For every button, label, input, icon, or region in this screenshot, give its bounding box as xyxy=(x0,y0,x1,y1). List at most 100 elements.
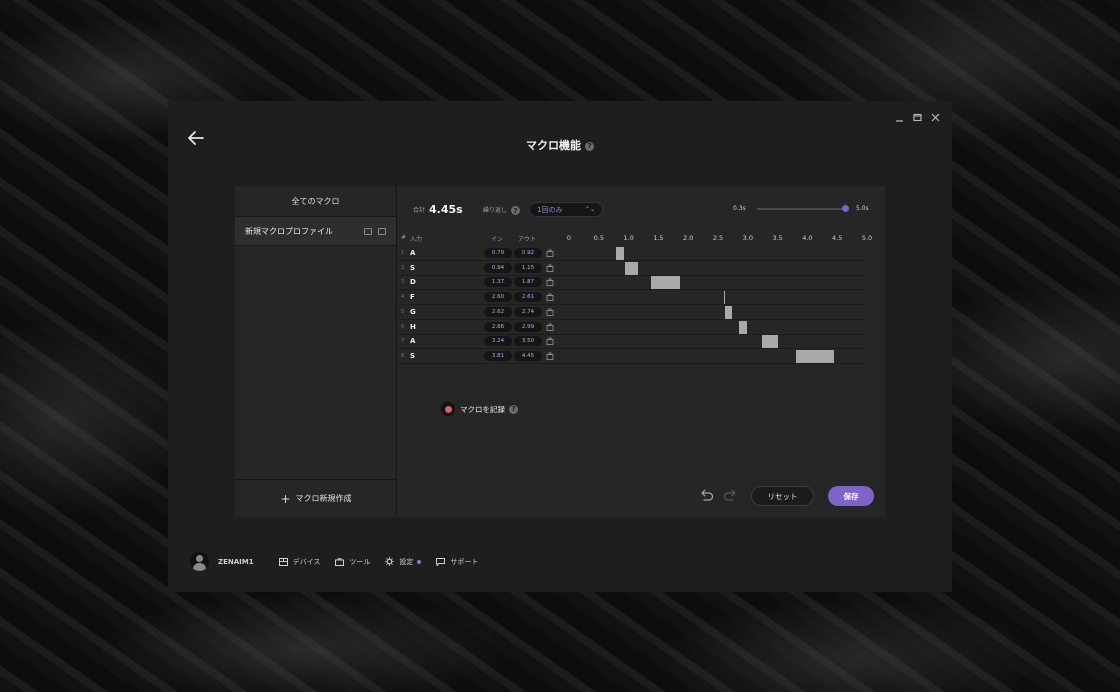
out-time-field[interactable]: 0.92 xyxy=(514,248,542,258)
nav-label-support: サポート xyxy=(450,557,479,566)
table-row[interactable]: 4 F 2.60 2.61 xyxy=(398,290,865,306)
maximize-icon[interactable] xyxy=(912,111,922,123)
timeline-tick-label: 3.0 xyxy=(742,234,753,242)
total-label: 合計 xyxy=(413,207,426,214)
event-bar[interactable] xyxy=(723,291,725,305)
event-bar[interactable] xyxy=(796,349,835,363)
timeline-tick-label: 4.0 xyxy=(802,234,813,242)
total-value: 4.45s xyxy=(429,203,463,216)
nav-item-settings[interactable]: 設定 xyxy=(385,557,422,567)
table-row[interactable]: 1 A 0.79 0.92 xyxy=(398,246,865,261)
trash-icon[interactable] xyxy=(546,264,554,272)
event-bar[interactable] xyxy=(739,320,748,334)
macro-profile-item[interactable]: 新規マクロプロファイル xyxy=(235,217,396,246)
out-time-field[interactable]: 1.15 xyxy=(514,262,542,273)
undo-icon[interactable] xyxy=(700,489,714,501)
timeline-tick-label: 2.5 xyxy=(712,234,724,242)
row-index: 7 xyxy=(401,338,405,345)
event-bar[interactable] xyxy=(625,261,638,275)
trash-icon[interactable] xyxy=(546,308,554,316)
new-macro-button[interactable]: + マクロ新規作成 xyxy=(235,479,397,517)
in-time-field[interactable]: 1.37 xyxy=(484,277,512,288)
out-time-field[interactable]: 2.61 xyxy=(514,292,542,303)
timeline-tick-label: 0.5 xyxy=(593,234,604,242)
timeline-tick-label: 2.0 xyxy=(683,234,694,242)
row-key: A xyxy=(410,249,416,257)
trash-icon[interactable] xyxy=(546,337,554,346)
updown-chevron-icon: ⌃⌄ xyxy=(584,206,595,213)
event-bar[interactable] xyxy=(616,247,624,260)
row-key: F xyxy=(410,293,415,302)
trash-icon[interactable] xyxy=(546,278,554,287)
repeat-help-icon[interactable]: ? xyxy=(511,206,521,215)
minimize-icon[interactable] xyxy=(894,111,904,123)
record-icon xyxy=(441,402,455,416)
window-controls xyxy=(894,111,940,123)
record-macro-button[interactable]: マクロを記録 ? xyxy=(441,402,518,416)
row-index: 3 xyxy=(401,279,405,286)
repeat-select[interactable]: 1回のみ ⌃⌄ xyxy=(529,202,603,217)
table-row[interactable]: 3 D 1.37 1.87 xyxy=(398,275,865,291)
table-row[interactable]: 6 H 2.86 2.99 xyxy=(398,320,865,335)
in-time-field[interactable]: 2.86 xyxy=(484,321,512,332)
app-window: マクロ機能? 全てのマクロ 新規マクロプロファイル + マクロ新規作成 合計 4… xyxy=(168,101,952,592)
macro-sidebar: 全てのマクロ 新規マクロプロファイル + マクロ新規作成 xyxy=(235,186,397,517)
chat-icon xyxy=(436,557,446,566)
table-row[interactable]: 2 S 0.94 1.15 xyxy=(398,261,865,276)
nav-item-device[interactable]: デバイス xyxy=(278,557,321,567)
in-time-field[interactable]: 3.81 xyxy=(484,350,512,361)
out-time-field[interactable]: 2.99 xyxy=(514,321,542,332)
save-button[interactable]: 保存 xyxy=(828,486,874,506)
trash-icon[interactable] xyxy=(546,323,554,331)
nav-label-device: デバイス xyxy=(292,557,321,566)
zoom-min-label: 0.3s xyxy=(733,205,746,212)
close-icon[interactable] xyxy=(930,111,940,123)
out-time-field[interactable]: 3.50 xyxy=(514,336,542,347)
row-key: G xyxy=(410,307,416,316)
in-time-field[interactable]: 2.62 xyxy=(484,306,512,317)
zoom-slider-track[interactable] xyxy=(757,208,847,210)
nav-item-tools[interactable]: ツール xyxy=(335,557,370,567)
nav-item-support[interactable]: サポート xyxy=(436,557,478,567)
zoom-slider-handle[interactable] xyxy=(842,205,849,212)
out-time-field[interactable]: 2.74 xyxy=(514,306,542,317)
row-index: 2 xyxy=(401,264,405,271)
out-time-field[interactable]: 1.87 xyxy=(514,277,542,288)
in-time-field[interactable]: 0.79 xyxy=(484,248,512,258)
table-row[interactable]: 8 S 3.81 4.45 xyxy=(398,349,865,364)
record-help-icon[interactable]: ? xyxy=(509,404,518,414)
event-bar[interactable] xyxy=(650,276,681,290)
out-time-field[interactable]: 4.45 xyxy=(514,350,542,361)
redo-icon[interactable] xyxy=(723,489,737,501)
username: ZENAIM1 xyxy=(218,557,254,566)
row-key: S xyxy=(410,351,416,360)
in-time-field[interactable]: 2.60 xyxy=(484,292,512,303)
trash-icon[interactable] xyxy=(546,249,554,257)
avatar[interactable] xyxy=(190,552,209,571)
row-key: H xyxy=(410,322,416,331)
plus-icon: + xyxy=(280,491,291,506)
event-bar[interactable] xyxy=(762,335,778,349)
sidebar-header[interactable]: 全てのマクロ xyxy=(235,186,396,217)
trash-icon[interactable] xyxy=(546,352,554,360)
delete-icon[interactable] xyxy=(378,227,386,235)
trash-icon[interactable] xyxy=(546,293,554,302)
help-icon[interactable]: ? xyxy=(585,141,594,151)
toolbox-icon xyxy=(335,557,345,566)
row-key: A xyxy=(410,337,416,346)
timeline-tick-label: 3.5 xyxy=(772,234,783,242)
notification-dot xyxy=(417,559,422,564)
event-bar[interactable] xyxy=(725,305,733,319)
in-time-field[interactable]: 0.94 xyxy=(484,262,512,273)
row-key: S xyxy=(410,263,416,272)
table-row[interactable]: 5 G 2.62 2.74 xyxy=(398,305,865,320)
table-row[interactable]: 7 A 3.24 3.50 xyxy=(398,334,865,350)
reset-button[interactable]: リセット xyxy=(751,486,814,506)
timeline-tick-label: 5.0 xyxy=(861,234,873,242)
footer-bar: ZENAIM1 デバイス ツール 設定 サポート xyxy=(190,552,493,571)
in-time-field[interactable]: 3.24 xyxy=(484,336,512,347)
timeline-tick-label: 4.5 xyxy=(832,234,843,242)
device-icon xyxy=(278,557,288,566)
row-index: 8 xyxy=(401,352,405,359)
duplicate-icon[interactable] xyxy=(364,227,372,235)
